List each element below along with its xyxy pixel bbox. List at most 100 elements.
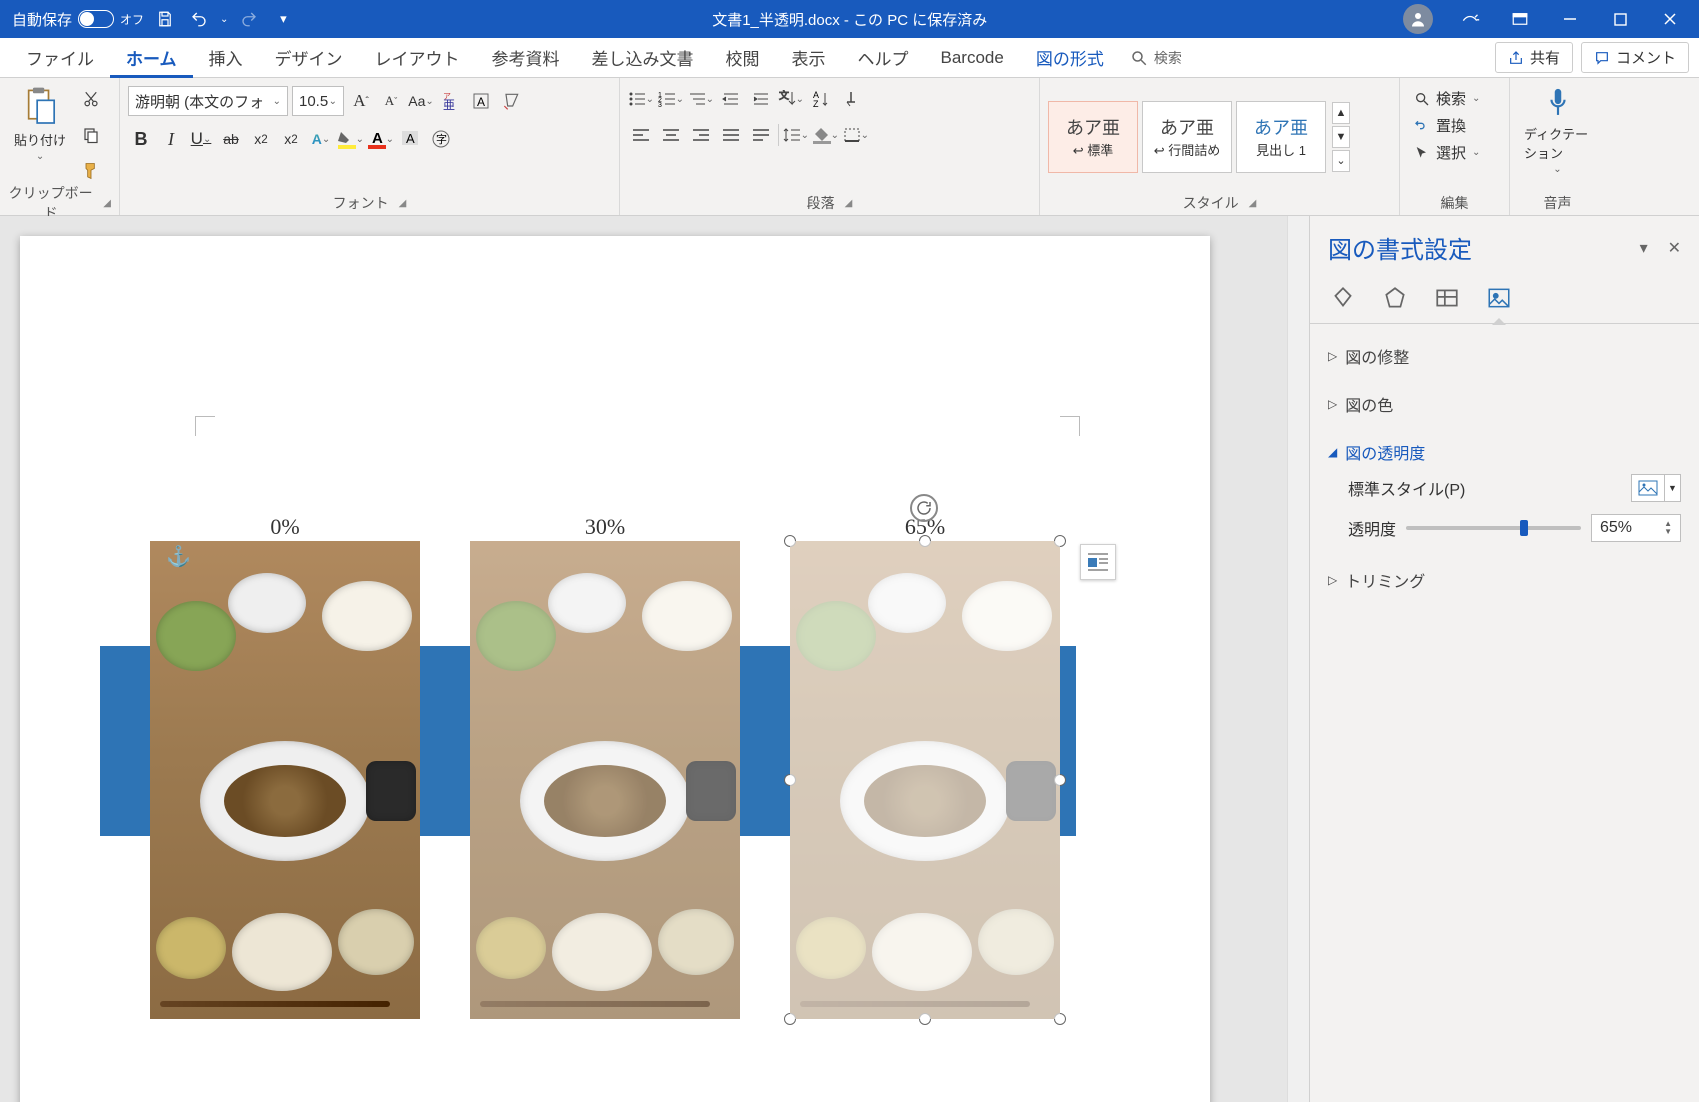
account-icon[interactable]	[1403, 4, 1433, 34]
distribute-icon[interactable]	[748, 122, 774, 148]
vertical-scrollbar[interactable]	[1287, 216, 1309, 1102]
section-color[interactable]: ▷図の色	[1328, 388, 1681, 420]
transparency-slider[interactable]	[1406, 526, 1581, 530]
pane-tab-fill-icon[interactable]	[1328, 283, 1358, 313]
text-effects-icon[interactable]: A⌄	[308, 126, 334, 152]
transparency-preset-dropdown[interactable]: ▼	[1665, 474, 1681, 502]
style-gallery-more[interactable]: ⌄	[1332, 150, 1350, 172]
copy-icon[interactable]	[78, 122, 104, 148]
subscript-icon[interactable]: x2	[248, 126, 274, 152]
close-button[interactable]	[1647, 0, 1693, 38]
clear-format-icon[interactable]	[498, 88, 524, 114]
replace-button[interactable]: 置換	[1408, 113, 1486, 138]
tab-mailings[interactable]: 差し込み文書	[576, 38, 710, 78]
style-heading1[interactable]: あア亜見出し 1	[1236, 101, 1326, 173]
inc-indent-icon[interactable]	[748, 86, 774, 112]
shading-icon[interactable]: ⌄	[813, 122, 839, 148]
image-30pct[interactable]	[470, 541, 740, 1019]
superscript-icon[interactable]: x2	[278, 126, 304, 152]
pane-tab-picture-icon[interactable]	[1484, 283, 1514, 313]
ribbon-display-icon[interactable]	[1447, 0, 1493, 38]
layout-options-icon[interactable]	[1080, 544, 1116, 580]
rotate-handle-icon[interactable]	[910, 494, 938, 522]
minimize-button[interactable]	[1547, 0, 1593, 38]
image-0pct[interactable]	[150, 541, 420, 1019]
maximize-button[interactable]	[1597, 0, 1643, 38]
section-transparency[interactable]: ◢図の透明度	[1328, 436, 1681, 468]
change-case-icon[interactable]: Aa⌄	[408, 88, 434, 114]
styles-dialog-icon[interactable]: ◢	[1249, 198, 1257, 209]
dec-indent-icon[interactable]	[718, 86, 744, 112]
align-right-icon[interactable]	[688, 122, 714, 148]
show-marks-icon[interactable]	[838, 86, 864, 112]
bullets-icon[interactable]: ⌄	[628, 86, 654, 112]
tab-insert[interactable]: 挿入	[193, 38, 259, 78]
highlight-icon[interactable]: ⌄	[338, 126, 364, 152]
shrink-font-icon[interactable]: Aˇ	[378, 88, 404, 114]
find-button[interactable]: 検索⌄	[1408, 86, 1486, 111]
tab-barcode[interactable]: Barcode	[925, 38, 1020, 78]
underline-icon[interactable]: U⌄	[188, 126, 214, 152]
sort-icon[interactable]: AZ	[808, 86, 834, 112]
pane-close-icon[interactable]: ✕	[1668, 238, 1681, 258]
tab-file[interactable]: ファイル	[10, 38, 110, 78]
style-normal[interactable]: あア亜↩ 標準	[1048, 101, 1138, 173]
dictate-button[interactable]: ディクテーション⌄	[1518, 82, 1597, 179]
clipboard-dialog-icon[interactable]: ◢	[103, 198, 111, 209]
grow-font-icon[interactable]: Aˆ	[348, 88, 374, 114]
tab-view[interactable]: 表示	[776, 38, 842, 78]
font-color-icon[interactable]: A⌄	[368, 126, 394, 152]
char-border-icon[interactable]: A	[468, 88, 494, 114]
autosave-toggle[interactable]: 自動保存 オフ	[12, 9, 144, 30]
align-left-icon[interactable]	[628, 122, 654, 148]
paste-button[interactable]: 貼り付け ⌄	[8, 82, 72, 166]
char-shading-icon[interactable]: A	[398, 126, 424, 152]
transparency-preset-button[interactable]	[1631, 474, 1665, 502]
pane-tab-size-icon[interactable]	[1432, 283, 1462, 313]
line-spacing-icon[interactable]: ⌄	[783, 122, 809, 148]
pane-tab-effects-icon[interactable]	[1380, 283, 1410, 313]
tab-review[interactable]: 校閲	[710, 38, 776, 78]
tab-design[interactable]: デザイン	[259, 38, 359, 78]
enclose-char-icon[interactable]: 字	[428, 126, 454, 152]
numbering-icon[interactable]: 123⌄	[658, 86, 684, 112]
section-correction[interactable]: ▷図の修整	[1328, 340, 1681, 372]
undo-icon[interactable]	[186, 6, 212, 32]
tab-references[interactable]: 参考資料	[476, 38, 576, 78]
image-65pct-selected[interactable]	[790, 541, 1060, 1019]
document-canvas[interactable]: 0% 30% 65%	[0, 216, 1287, 1102]
share-button[interactable]: 共有	[1495, 42, 1573, 73]
style-scroll-down[interactable]: ▼	[1332, 126, 1350, 148]
search-box[interactable]: 検索	[1120, 48, 1192, 68]
para-dialog-icon[interactable]: ◢	[845, 198, 853, 209]
section-crop[interactable]: ▷トリミング	[1328, 564, 1681, 596]
multilevel-icon[interactable]: ⌄	[688, 86, 714, 112]
phonetic-guide-icon[interactable]: ア亜	[438, 88, 464, 114]
save-icon[interactable]	[152, 6, 178, 32]
select-button[interactable]: 選択⌄	[1408, 140, 1486, 165]
align-center-icon[interactable]	[658, 122, 684, 148]
style-nospacing[interactable]: あア亜↩ 行間詰め	[1142, 101, 1232, 173]
italic-icon[interactable]: I	[158, 126, 184, 152]
borders-icon[interactable]: ⌄	[843, 122, 869, 148]
style-scroll-up[interactable]: ▲	[1332, 102, 1350, 124]
qat-customize-icon[interactable]: ▾	[270, 6, 296, 32]
redo-icon[interactable]	[236, 6, 262, 32]
text-dir-icon[interactable]: 文⌄	[778, 86, 804, 112]
undo-dropdown[interactable]: ⌄	[220, 14, 228, 25]
spin-down-icon[interactable]: ▼	[1664, 528, 1672, 536]
format-painter-icon[interactable]	[78, 158, 104, 184]
tab-layout[interactable]: レイアウト	[359, 38, 476, 78]
font-dialog-icon[interactable]: ◢	[399, 198, 407, 209]
ribbon-mode-icon[interactable]	[1497, 0, 1543, 38]
tab-home[interactable]: ホーム	[110, 38, 193, 78]
pane-options-icon[interactable]: ▾	[1640, 238, 1648, 258]
tab-picture-format[interactable]: 図の形式	[1020, 38, 1120, 78]
bold-icon[interactable]: B	[128, 126, 154, 152]
tab-help[interactable]: ヘルプ	[842, 38, 925, 78]
align-justify-icon[interactable]	[718, 122, 744, 148]
transparency-input[interactable]: 65% ▲▼	[1591, 514, 1681, 542]
font-name-combo[interactable]: 游明朝 (本文のフォ⌄	[128, 86, 288, 116]
font-size-combo[interactable]: 10.5⌄	[292, 86, 344, 116]
strike-icon[interactable]: ab	[218, 126, 244, 152]
